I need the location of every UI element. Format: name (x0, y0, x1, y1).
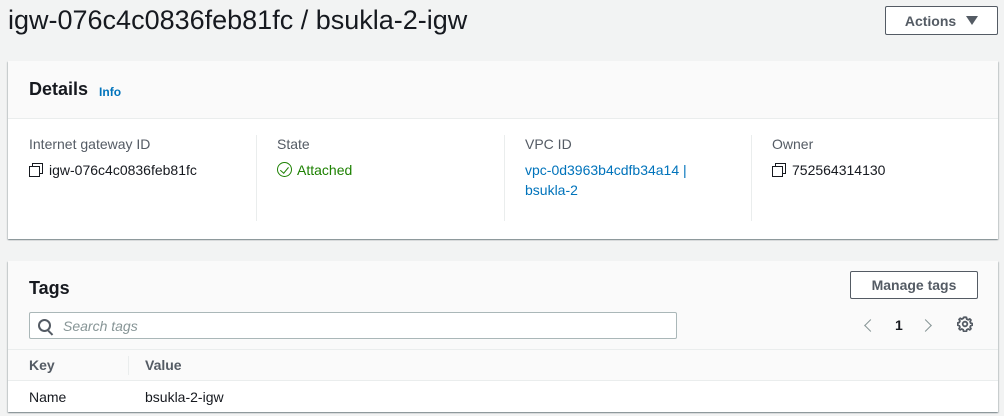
owner-field: Owner 752564314130 (772, 135, 885, 221)
caret-down-icon (966, 16, 979, 25)
tags-title: Tags (29, 278, 70, 298)
state-field: State Attached (277, 135, 352, 221)
gear-icon[interactable] (957, 316, 973, 332)
vpc-id-label: VPC ID (525, 136, 572, 152)
manage-tags-button[interactable]: Manage tags (850, 271, 978, 299)
pagination: 1 (860, 314, 932, 336)
column-header-key[interactable]: Key (29, 357, 55, 373)
tag-key: Name (29, 389, 67, 405)
owner-label: Owner (772, 136, 814, 152)
vpc-id-link-line1[interactable]: vpc-0d3963b4cdfb34a14 | (525, 160, 687, 180)
copy-icon[interactable] (29, 163, 43, 177)
igw-id-value: igw-076c4c0836feb81fc (29, 160, 197, 180)
actions-button[interactable]: Actions (885, 6, 998, 35)
details-panel: Details Info Internet gateway ID igw-076… (8, 61, 998, 239)
details-title: Details (29, 79, 89, 99)
owner-value: 752564314130 (772, 160, 885, 180)
chevron-right-icon[interactable] (918, 318, 932, 332)
actions-button-label: Actions (904, 12, 957, 29)
owner-text: 752564314130 (792, 162, 886, 178)
info-link[interactable]: Info (99, 85, 121, 99)
check-circle-icon (277, 162, 292, 177)
igw-id-text: igw-076c4c0836feb81fc (49, 162, 197, 178)
search-input[interactable] (63, 317, 643, 334)
copy-icon[interactable] (772, 163, 786, 177)
search-icon (38, 319, 51, 332)
column-divider (751, 135, 752, 221)
column-divider (504, 135, 505, 221)
tags-header: Tags Manage tags 1 (8, 261, 998, 350)
column-header-value[interactable]: Value (145, 357, 182, 373)
search-tags-box[interactable] (29, 312, 677, 339)
chevron-left-icon[interactable] (864, 318, 877, 332)
igw-id-label: Internet gateway ID (29, 136, 151, 152)
table-row: Name bsukla-2-igw (8, 381, 998, 412)
tags-panel: Tags Manage tags 1 Key Value Name bsukla… (8, 261, 998, 412)
column-divider (256, 135, 257, 221)
details-grid: Internet gateway ID igw-076c4c0836feb81f… (8, 135, 998, 221)
tags-table-header: Key Value (8, 350, 998, 381)
igw-id-field: Internet gateway ID igw-076c4c0836feb81f… (29, 135, 197, 221)
vpc-id-field: VPC ID vpc-0d3963b4cdfb34a14 | bsukla-2 (525, 135, 687, 221)
state-value: Attached (277, 160, 352, 180)
tag-value: bsukla-2-igw (145, 389, 224, 405)
vpc-id-link[interactable]: vpc-0d3963b4cdfb34a14 | bsukla-2 (525, 160, 687, 200)
state-label: State (277, 136, 310, 152)
vpc-id-link-line2[interactable]: bsukla-2 (525, 180, 687, 200)
page-title: igw-076c4c0836feb81fc / bsukla-2-igw (8, 5, 468, 35)
details-header: Details Info (8, 61, 998, 119)
column-divider (128, 356, 129, 375)
page-number[interactable]: 1 (895, 317, 903, 333)
state-text: Attached (297, 162, 353, 178)
